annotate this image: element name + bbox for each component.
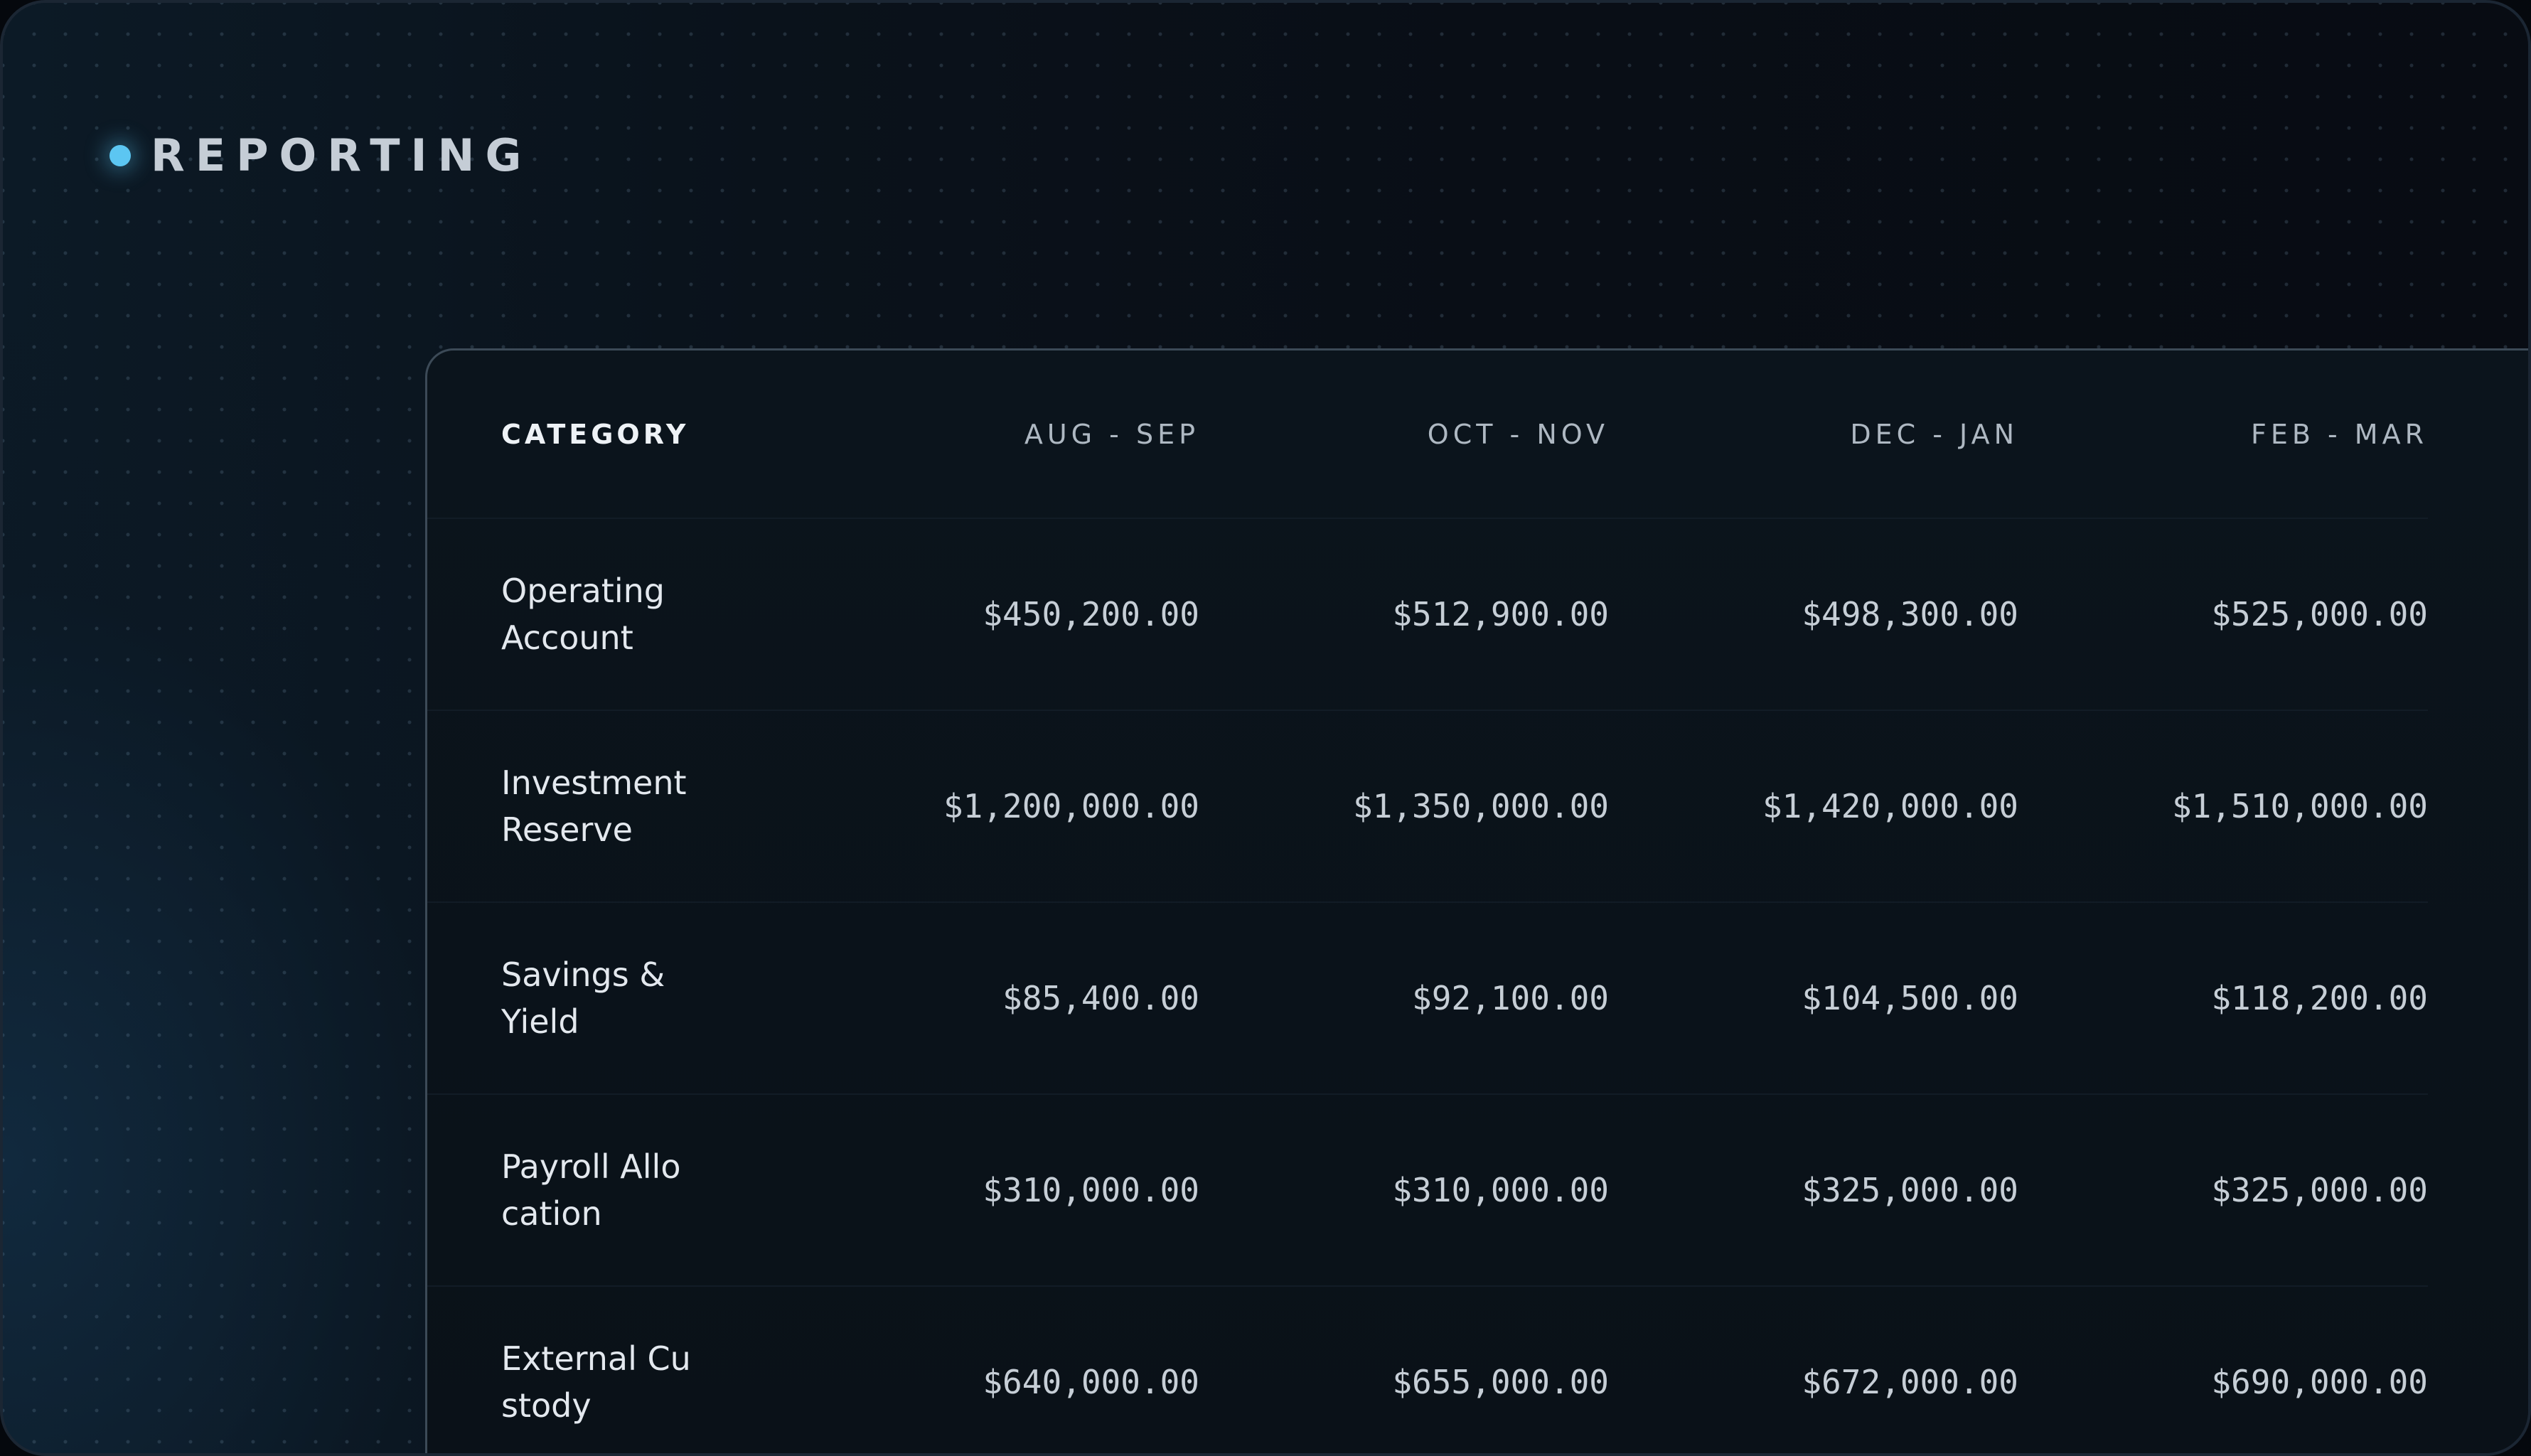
report-table: CATEGORY AUG - SEP OCT - NOV DEC - JAN F… bbox=[427, 350, 2428, 1453]
amount-cell: $310,000.00 bbox=[983, 1171, 1199, 1209]
category-label: Investment Reserve bbox=[501, 764, 687, 849]
table-row[interactable]: Payroll Allocation $310,000.00 $310,000.… bbox=[427, 1094, 2428, 1286]
amount-cell: $640,000.00 bbox=[983, 1363, 1199, 1401]
amount-cell: $92,100.00 bbox=[1412, 979, 1609, 1017]
amount-cell: $310,000.00 bbox=[1392, 1171, 1609, 1209]
category-label: Savings & Yield bbox=[501, 956, 665, 1041]
table-row[interactable]: Operating Account $450,200.00 $512,900.0… bbox=[427, 518, 2428, 710]
amount-cell: $525,000.00 bbox=[2211, 595, 2428, 633]
category-cell: Operating Account bbox=[427, 518, 790, 710]
table-row[interactable]: External Custody $640,000.00 $655,000.00… bbox=[427, 1286, 2428, 1453]
report-table-panel: CATEGORY AUG - SEP OCT - NOV DEC - JAN F… bbox=[425, 348, 2528, 1453]
category-cell: External Custody bbox=[427, 1286, 790, 1453]
amount-cell: $325,000.00 bbox=[1802, 1171, 2018, 1209]
column-header-dec-jan[interactable]: DEC - JAN bbox=[1609, 350, 2018, 518]
amount-cell: $450,200.00 bbox=[983, 595, 1199, 633]
category-label: External Custody bbox=[501, 1339, 691, 1425]
status-dot-icon bbox=[109, 145, 131, 166]
amount-cell: $85,400.00 bbox=[1002, 979, 1199, 1017]
amount-cell: $1,420,000.00 bbox=[1762, 787, 2018, 825]
amount-cell: $1,350,000.00 bbox=[1352, 787, 1609, 825]
category-cell: Payroll Allocation bbox=[427, 1094, 790, 1286]
page-header: REPORTING bbox=[109, 134, 532, 178]
column-header-aug-sep[interactable]: AUG - SEP bbox=[790, 350, 1199, 518]
category-label: Operating Account bbox=[501, 572, 665, 657]
table-row[interactable]: Investment Reserve $1,200,000.00 $1,350,… bbox=[427, 710, 2428, 902]
table-row[interactable]: Savings & Yield $85,400.00 $92,100.00 $1… bbox=[427, 902, 2428, 1094]
amount-cell: $690,000.00 bbox=[2211, 1363, 2428, 1401]
amount-cell: $655,000.00 bbox=[1392, 1363, 1609, 1401]
app-window: REPORTING CATEGORY AUG - SEP OCT - NOV D… bbox=[0, 0, 2531, 1456]
amount-cell: $118,200.00 bbox=[2211, 979, 2428, 1017]
amount-cell: $1,200,000.00 bbox=[943, 787, 1199, 825]
amount-cell: $104,500.00 bbox=[1802, 979, 2018, 1017]
column-header-oct-nov[interactable]: OCT - NOV bbox=[1199, 350, 1609, 518]
category-label: Payroll Allocation bbox=[501, 1147, 681, 1233]
page-title: REPORTING bbox=[151, 129, 533, 181]
column-header-feb-mar[interactable]: FEB - MAR bbox=[2018, 350, 2428, 518]
amount-cell: $672,000.00 bbox=[1802, 1363, 2018, 1401]
amount-cell: $498,300.00 bbox=[1802, 595, 2018, 633]
category-cell: Investment Reserve bbox=[427, 710, 790, 902]
amount-cell: $512,900.00 bbox=[1392, 595, 1609, 633]
amount-cell: $1,510,000.00 bbox=[2171, 787, 2428, 825]
category-cell: Savings & Yield bbox=[427, 902, 790, 1094]
amount-cell: $325,000.00 bbox=[2211, 1171, 2428, 1209]
column-header-category[interactable]: CATEGORY bbox=[427, 350, 790, 518]
table-header-row: CATEGORY AUG - SEP OCT - NOV DEC - JAN F… bbox=[427, 350, 2428, 518]
